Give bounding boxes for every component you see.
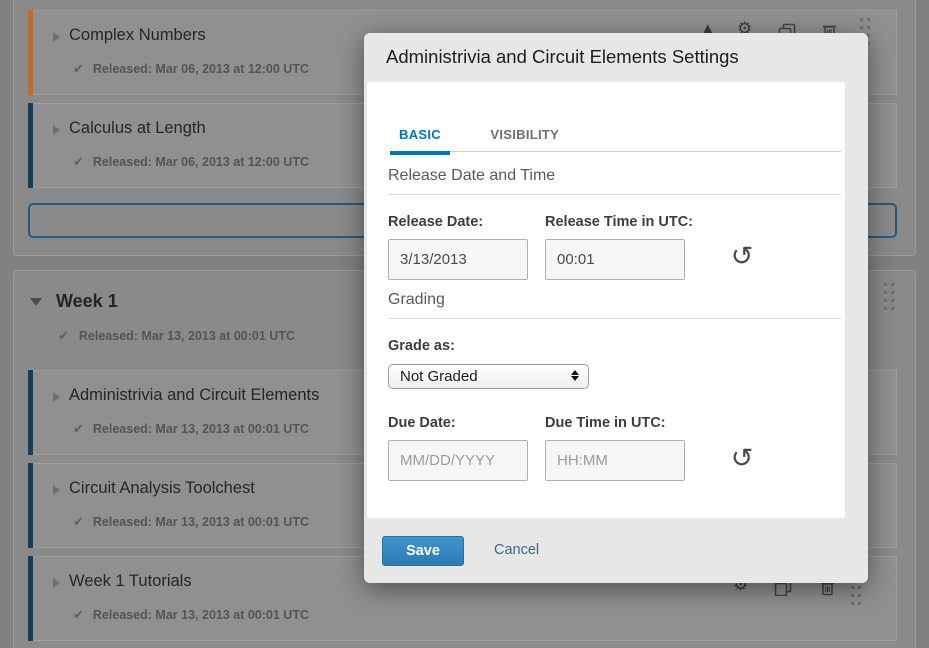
release-status-text: Released: Mar 13, 2013 at 00:01 UTC <box>93 515 309 529</box>
due-date-label: Due Date: <box>388 415 456 431</box>
settings-tabs: BASIC VISIBILITY <box>390 126 841 152</box>
collapse-chevron-icon[interactable] <box>30 298 42 306</box>
release-status: ✔ Released: Mar 13, 2013 at 00:01 UTC <box>73 608 309 623</box>
expand-chevron-icon[interactable] <box>53 578 60 588</box>
release-status: ✔ Released: Mar 13, 2013 at 00:01 UTC <box>73 422 309 437</box>
grade-as-select[interactable]: Not Graded <box>388 364 589 389</box>
release-status: ✔ Released: Mar 06, 2013 at 12:00 UTC <box>73 155 309 170</box>
release-status: ✔ Released: Mar 06, 2013 at 12:00 UTC <box>73 62 309 77</box>
reset-due-icon[interactable]: ↺ <box>725 442 759 476</box>
due-time-input[interactable] <box>545 440 685 481</box>
check-icon: ✔ <box>73 608 84 623</box>
tab-basic[interactable]: BASIC <box>390 127 450 153</box>
release-status: ✔ Released: Mar 13, 2013 at 00:01 UTC <box>73 515 309 530</box>
subsection-settings-modal: Administrivia and Circuit Elements Setti… <box>364 33 868 583</box>
section-title-week1: Week 1 <box>56 291 118 312</box>
tab-visibility[interactable]: VISIBILITY <box>481 127 568 153</box>
check-icon: ✔ <box>73 155 84 170</box>
expand-chevron-icon[interactable] <box>53 392 60 402</box>
release-status-text: Released: Mar 06, 2013 at 12:00 UTC <box>93 155 309 169</box>
subsection-title: Week 1 Tutorials <box>69 572 192 591</box>
expand-chevron-icon[interactable] <box>53 125 60 135</box>
due-date-input[interactable] <box>388 440 528 481</box>
release-status-text: Released: Mar 06, 2013 at 12:00 UTC <box>93 62 309 76</box>
release-section-heading: Release Date and Time <box>388 167 841 195</box>
reset-release-icon[interactable]: ↺ <box>725 240 759 274</box>
due-time-label: Due Time in UTC: <box>545 415 666 431</box>
cancel-link[interactable]: Cancel <box>494 542 539 558</box>
release-status-text: Released: Mar 13, 2013 at 00:01 UTC <box>79 329 295 343</box>
check-icon: ✔ <box>58 329 69 344</box>
grade-as-selected-value: Not Graded <box>400 368 478 385</box>
expand-chevron-icon[interactable] <box>53 32 60 42</box>
subsection-title: Administrivia and Circuit Elements <box>69 386 319 405</box>
check-icon: ✔ <box>73 422 84 437</box>
section-title: Complex Numbers <box>69 26 206 45</box>
subsection-title: Circuit Analysis Toolchest <box>69 479 255 498</box>
modal-title: Administrivia and Circuit Elements Setti… <box>386 46 739 68</box>
release-status: ✔ Released: Mar 13, 2013 at 00:01 UTC <box>58 329 295 344</box>
section-title: Calculus at Length <box>69 119 206 138</box>
release-status-text: Released: Mar 13, 2013 at 00:01 UTC <box>93 422 309 436</box>
drag-handle-icon[interactable] <box>884 283 895 316</box>
grade-as-label: Grade as: <box>388 338 455 354</box>
release-status-text: Released: Mar 13, 2013 at 00:01 UTC <box>93 608 309 622</box>
release-date-input[interactable] <box>388 239 528 280</box>
save-button[interactable]: Save <box>382 536 464 566</box>
release-time-input[interactable] <box>545 239 685 280</box>
check-icon: ✔ <box>73 62 84 77</box>
studio-course-outline-page: Complex Numbers ✔ Released: Mar 06, 2013 … <box>0 0 929 648</box>
check-icon: ✔ <box>73 515 84 530</box>
modal-body: BASIC VISIBILITY Release Date and Time R… <box>367 82 845 518</box>
expand-chevron-icon[interactable] <box>53 485 60 495</box>
release-time-label: Release Time in UTC: <box>545 214 693 230</box>
release-date-label: Release Date: <box>388 214 483 230</box>
select-stepper-icon <box>570 368 579 383</box>
grading-section-heading: Grading <box>388 291 841 319</box>
